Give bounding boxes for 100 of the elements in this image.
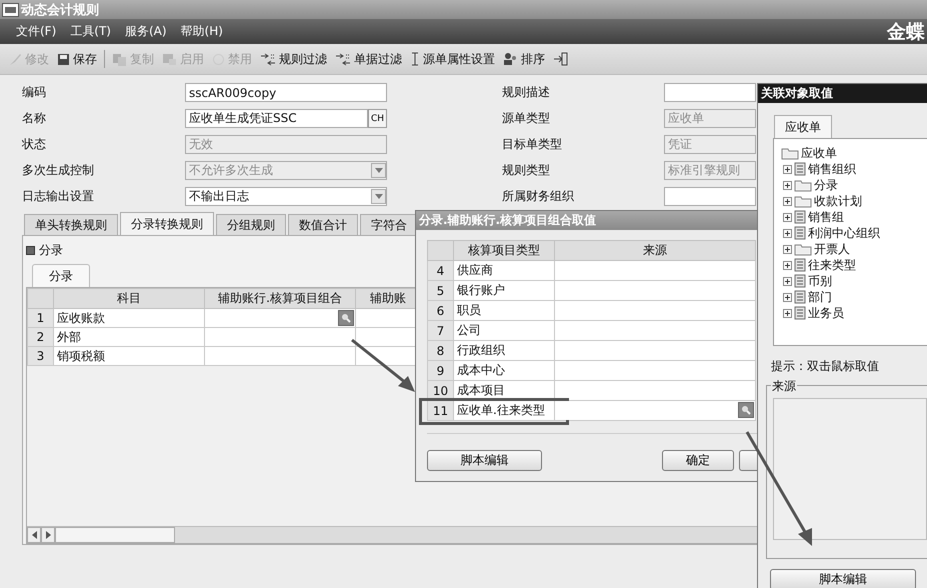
dialog-button[interactable] bbox=[739, 450, 759, 471]
script-edit-button[interactable]: 脚本编辑 bbox=[427, 450, 542, 471]
dropdown-button[interactable] bbox=[371, 189, 386, 204]
text-field[interactable]: sscAR009copy bbox=[185, 83, 387, 102]
arrows-icon bbox=[335, 52, 351, 66]
tree-item[interactable]: 分录 bbox=[814, 176, 838, 194]
tree-item[interactable]: 应收单 bbox=[801, 144, 837, 162]
horizontal-scrollbar[interactable] bbox=[27, 526, 760, 543]
window-icon bbox=[162, 52, 177, 66]
panel-title: 关联对象取值 bbox=[758, 84, 927, 103]
field-label: 源单类型 bbox=[502, 110, 551, 127]
expand-button[interactable] bbox=[783, 164, 792, 174]
menu-item[interactable]: 工具(T) bbox=[64, 23, 117, 40]
tab[interactable]: 分组规则 bbox=[216, 214, 286, 235]
text-field[interactable] bbox=[664, 83, 756, 102]
tab[interactable]: 分录转换规则 bbox=[120, 212, 214, 235]
folder-icon bbox=[794, 178, 812, 192]
table-cell: 应收单.往来类型 bbox=[454, 400, 554, 420]
field-label: 名称 bbox=[22, 110, 47, 127]
square-icon bbox=[26, 246, 35, 255]
row-number: 6 bbox=[428, 300, 454, 320]
toolbar-button[interactable]: 规则过滤 bbox=[256, 50, 331, 68]
hint-text: 提示：双击鼠标取值 bbox=[771, 358, 880, 375]
row-number: 9 bbox=[428, 360, 454, 380]
section-title: 分录 bbox=[39, 242, 63, 259]
toolbar-button[interactable]: 排序 bbox=[499, 50, 549, 68]
script-edit-button[interactable]: 脚本编辑 bbox=[770, 569, 916, 588]
tree-item[interactable]: 利润中心组织 bbox=[808, 224, 880, 242]
expand-button[interactable] bbox=[783, 292, 792, 302]
caret-icon bbox=[374, 168, 382, 173]
expand-button[interactable] bbox=[783, 276, 792, 286]
toolbar-button[interactable]: 源单属性设置 bbox=[406, 50, 499, 68]
folder-icon bbox=[781, 146, 799, 160]
tab[interactable]: 分录 bbox=[32, 264, 90, 287]
table-cell: 公司 bbox=[454, 320, 554, 340]
folder-icon bbox=[794, 242, 812, 256]
menu-item[interactable]: 帮助(H) bbox=[174, 23, 229, 40]
table-cell: 行政组织 bbox=[454, 340, 554, 360]
lookup-button[interactable] bbox=[338, 310, 354, 326]
document-icon bbox=[794, 226, 806, 240]
row-number: 4 bbox=[428, 260, 454, 280]
tab[interactable]: 应收单 bbox=[774, 115, 832, 138]
caret-icon bbox=[374, 194, 382, 199]
text-field[interactable] bbox=[664, 187, 756, 206]
expand-button[interactable] bbox=[783, 308, 792, 318]
document-icon bbox=[794, 290, 806, 304]
tree-item[interactable]: 往来类型 bbox=[808, 256, 856, 274]
row-number: 5 bbox=[428, 280, 454, 300]
column-header: 科目 bbox=[54, 288, 204, 308]
brand-logo: 金蝶 bbox=[887, 20, 926, 44]
magnifier-icon bbox=[341, 313, 351, 323]
expand-button[interactable] bbox=[783, 244, 792, 254]
source-field[interactable] bbox=[773, 398, 927, 540]
tab[interactable]: 数值合计 bbox=[288, 214, 358, 235]
expand-button[interactable] bbox=[783, 180, 792, 190]
row-number: 3 bbox=[28, 346, 54, 366]
menu-item[interactable]: 服务(A) bbox=[118, 23, 173, 40]
ok-button[interactable]: 确定 bbox=[662, 450, 734, 471]
tree-item[interactable]: 币别 bbox=[808, 272, 832, 290]
expand-button[interactable] bbox=[783, 212, 792, 222]
toolbar-button[interactable]: 单据过滤 bbox=[331, 50, 406, 68]
document-icon bbox=[794, 274, 806, 288]
expand-button[interactable] bbox=[783, 228, 792, 238]
tree-item[interactable]: 销售组织 bbox=[808, 160, 856, 178]
field-label: 日志输出设置 bbox=[22, 188, 95, 205]
field-label: 规则类型 bbox=[502, 162, 551, 179]
left-arrow-icon bbox=[32, 531, 36, 539]
folder-icon bbox=[794, 194, 812, 208]
document-icon bbox=[794, 258, 806, 272]
expand-button[interactable] bbox=[783, 260, 792, 270]
row-number: 7 bbox=[428, 320, 454, 340]
magnifier-icon bbox=[741, 405, 751, 415]
lookup-button[interactable] bbox=[738, 402, 754, 418]
table-cell: 外部 bbox=[54, 328, 204, 346]
arrow bbox=[351, 338, 415, 392]
table-cell: 应收账款 bbox=[54, 308, 204, 328]
tab[interactable]: 字符合 bbox=[360, 214, 418, 235]
table-cell: 职员 bbox=[454, 300, 554, 320]
tree-item[interactable]: 部门 bbox=[808, 288, 832, 306]
expand-button[interactable] bbox=[783, 196, 792, 206]
tree-item[interactable]: 业务员 bbox=[808, 304, 844, 322]
row-number: 1 bbox=[28, 308, 54, 328]
copy-icon bbox=[112, 52, 127, 66]
exit-icon bbox=[553, 52, 569, 66]
tree-item[interactable]: 销售组 bbox=[808, 208, 844, 226]
row-number: 2 bbox=[28, 328, 54, 346]
field-label: 状态 bbox=[22, 136, 47, 153]
toolbar-button[interactable]: 保存 bbox=[53, 50, 101, 68]
tree-item[interactable]: 收款计划 bbox=[814, 192, 862, 210]
tab[interactable]: 单头转换规则 bbox=[24, 214, 118, 235]
field-label: 多次生成控制 bbox=[22, 162, 95, 179]
window-title: 动态会计规则 bbox=[21, 2, 99, 18]
table-cell: 供应商 bbox=[454, 260, 554, 280]
tree-item[interactable]: 开票人 bbox=[814, 240, 850, 258]
app-icon bbox=[2, 2, 19, 16]
language-button[interactable]: CH bbox=[368, 109, 387, 128]
menu-item[interactable]: 文件(F) bbox=[10, 23, 62, 40]
document-icon bbox=[794, 210, 806, 224]
text-field[interactable]: 应收单生成凭证SSC bbox=[185, 109, 368, 128]
select-field[interactable]: 不输出日志 bbox=[185, 187, 387, 206]
